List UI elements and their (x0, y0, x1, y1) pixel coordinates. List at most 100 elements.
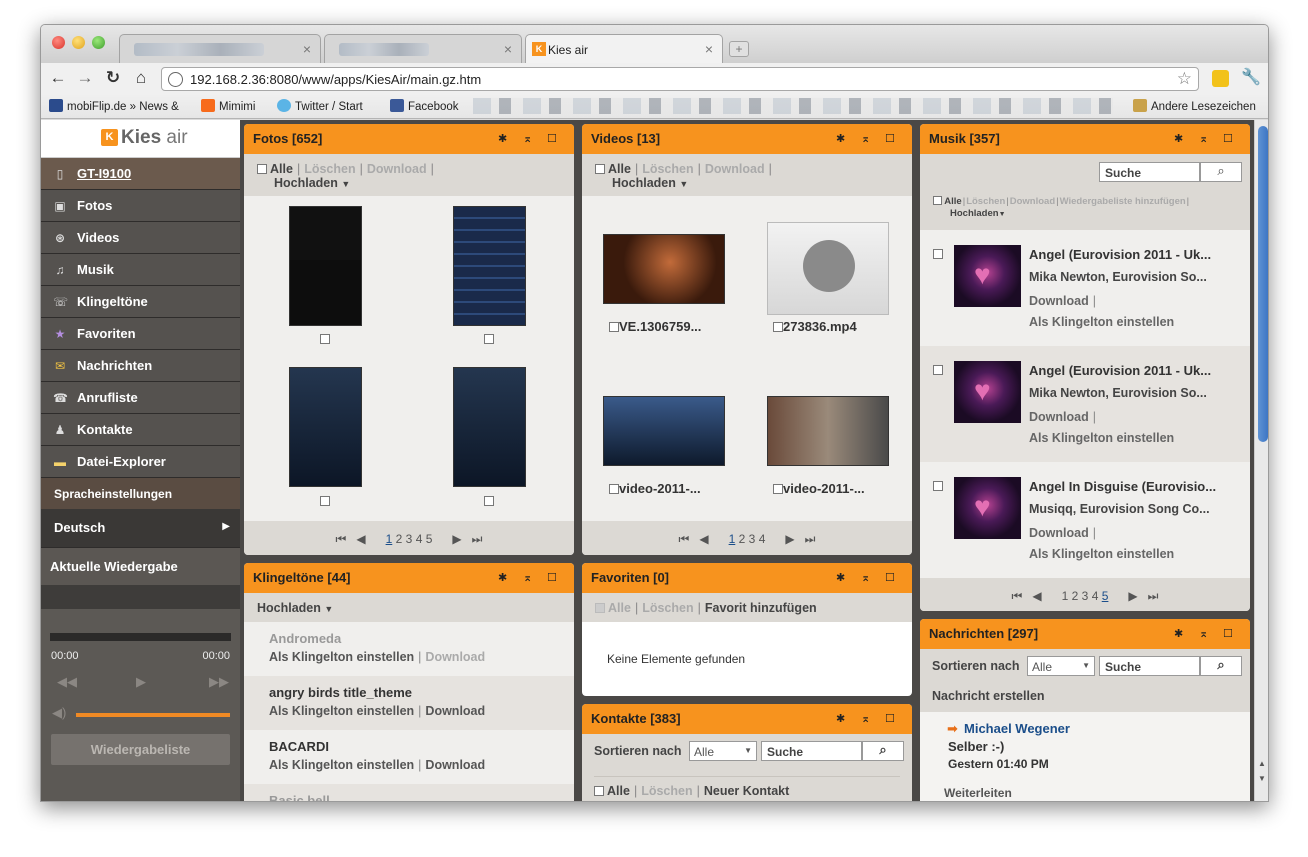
scroll-up-icon[interactable]: ▲ (1258, 759, 1266, 768)
volume-slider[interactable] (76, 713, 230, 717)
settings-icon[interactable]: ✱ (498, 571, 507, 584)
scroll-down-icon[interactable]: ▼ (1258, 774, 1266, 783)
next-page-icon[interactable]: ▶ (785, 532, 794, 546)
set-ringtone-link[interactable]: Als Klingelton einstellen (1029, 431, 1174, 445)
set-ringtone-link[interactable]: Als Klingelton einstellen (1029, 315, 1174, 329)
download-link[interactable]: Download (425, 650, 485, 664)
music-track-row[interactable]: ♥ Angel (Eurovision 2011 - Uk... Mika Ne… (920, 230, 1250, 346)
delete-link[interactable]: Löschen (641, 784, 692, 798)
video-thumbnail[interactable] (767, 396, 889, 466)
select-all-checkbox[interactable] (257, 164, 267, 174)
home-icon[interactable]: ⌂ (130, 67, 152, 89)
download-link[interactable]: Download (1010, 196, 1055, 207)
set-ringtone-link[interactable]: Als Klingelton einstellen (1029, 547, 1174, 561)
previous-icon[interactable]: ◀◀ (57, 674, 77, 690)
collapse-icon[interactable]: ⌅ (861, 132, 870, 145)
close-window-button[interactable] (52, 36, 65, 49)
new-contact-link[interactable]: Neuer Kontakt (704, 784, 789, 798)
maximize-icon[interactable]: ☐ (885, 132, 895, 145)
page-link[interactable]: 1 (729, 532, 736, 546)
select-all-checkbox[interactable] (933, 196, 942, 205)
video-checkbox[interactable] (609, 322, 619, 332)
ringtone-row[interactable]: Andromeda Als Klingelton einstellen | Down… (244, 622, 574, 676)
bookmark-star-icon[interactable]: ☆ (1177, 69, 1192, 89)
close-tab-icon[interactable]: × (504, 41, 512, 57)
video-item-caption[interactable]: VE.1306759... (609, 319, 701, 334)
forward-icon[interactable]: → (74, 67, 96, 89)
sidebar-item-datei-explorer[interactable]: ▬ Datei-Explorer (41, 446, 240, 478)
download-link[interactable]: Download (705, 162, 765, 176)
photo-checkbox[interactable] (320, 334, 330, 344)
sidebar-item-fotos[interactable]: ▣ Fotos (41, 190, 240, 222)
video-item-caption[interactable]: video-2011-... (609, 481, 701, 496)
play-icon[interactable]: ▶ (136, 674, 146, 690)
delete-link[interactable]: Löschen (966, 196, 1005, 207)
ringtone-row[interactable]: angry birds title_theme Als Klingelton e… (244, 676, 574, 730)
next-icon[interactable]: ▶▶ (209, 674, 229, 690)
contacts-search-input[interactable]: Suche (761, 741, 862, 761)
page-link[interactable]: 2 (739, 532, 746, 546)
last-page-icon[interactable]: ⏭ (1148, 589, 1159, 603)
settings-icon[interactable]: ✱ (836, 712, 845, 725)
maximize-icon[interactable]: ☐ (1223, 627, 1233, 640)
browser-tab-kies-air[interactable]: K Kies air × (525, 34, 723, 63)
bookmark-twitter[interactable]: Twitter / Start (277, 99, 363, 113)
messages-search-input[interactable]: Suche (1099, 656, 1200, 676)
add-to-playlist-link[interactable]: Wiedergabeliste hinzufügen (1060, 196, 1186, 207)
page-link[interactable]: 4 (1092, 589, 1099, 603)
maximize-icon[interactable]: ☐ (885, 571, 895, 584)
video-item-caption[interactable]: video-2011-... (773, 481, 865, 496)
search-icon[interactable]: ⌕ (1200, 162, 1242, 182)
track-checkbox[interactable] (933, 249, 943, 259)
first-page-icon[interactable]: ⏮ (679, 532, 690, 546)
bookmark-facebook[interactable]: Facebook (390, 99, 459, 113)
browser-tab[interactable]: × (119, 34, 321, 63)
music-track-row[interactable]: ♥ Angel In Disguise (Eurovisio... Musiqq… (920, 462, 1250, 578)
first-page-icon[interactable]: ⏮ (1012, 589, 1023, 603)
page-link[interactable]: 3 (1082, 589, 1089, 603)
sidebar-item-videos[interactable]: ⊛ Videos (41, 222, 240, 254)
delete-link[interactable]: Löschen (642, 162, 693, 176)
download-link[interactable]: Download (425, 704, 485, 718)
next-page-icon[interactable]: ▶ (452, 532, 461, 546)
sidebar-item-favoriten[interactable]: ★ Favoriten (41, 318, 240, 350)
page-scrollbar[interactable]: ▲ ▼ (1254, 120, 1268, 801)
photo-checkbox[interactable] (320, 496, 330, 506)
settings-icon[interactable]: ✱ (836, 571, 845, 584)
prev-page-icon[interactable]: ◀ (699, 532, 708, 546)
video-checkbox[interactable] (773, 322, 783, 332)
sidebar-item-device[interactable]: ▯ GT-I9100 (41, 158, 240, 190)
download-link[interactable]: Download (1029, 526, 1089, 540)
last-page-icon[interactable]: ⏭ (805, 532, 816, 546)
next-page-icon[interactable]: ▶ (1128, 589, 1137, 603)
sort-select[interactable]: Alle ▼ (689, 741, 757, 761)
page-link[interactable]: 4 (759, 532, 766, 546)
upload-button[interactable]: Hochladen (950, 208, 999, 219)
reload-icon[interactable]: ↻ (102, 67, 124, 89)
music-track-row[interactable]: ♥ Angel (Eurovision 2011 - Uk... Mika Ne… (920, 346, 1250, 462)
sidebar-item-musik[interactable]: ♫ Musik (41, 254, 240, 286)
track-checkbox[interactable] (933, 365, 943, 375)
page-link[interactable]: 1 (1062, 589, 1069, 603)
download-link[interactable]: Download (367, 162, 427, 176)
prev-page-icon[interactable]: ◀ (356, 532, 365, 546)
collapse-icon[interactable]: ⌅ (523, 132, 532, 145)
playlist-button[interactable]: Wiedergabeliste (51, 734, 230, 765)
track-checkbox[interactable] (933, 481, 943, 491)
scrollbar-thumb[interactable] (1258, 126, 1268, 442)
compose-message-link[interactable]: Nachricht erstellen (932, 689, 1045, 703)
sort-select[interactable]: Alle ▼ (1027, 656, 1095, 676)
delete-link[interactable]: Löschen (642, 601, 693, 615)
page-link[interactable]: 1 (386, 532, 393, 546)
settings-icon[interactable]: ✱ (1174, 132, 1183, 145)
add-favorite-link[interactable]: Favorit hinzufügen (705, 601, 817, 615)
download-link[interactable]: Download (425, 758, 485, 772)
photo-thumbnail[interactable] (453, 206, 526, 326)
zoom-window-button[interactable] (92, 36, 105, 49)
sidebar-item-klingeltoene[interactable]: ☏ Klingeltöne (41, 286, 240, 318)
ringtone-row[interactable]: Basic bell (244, 784, 574, 801)
set-ringtone-link[interactable]: Als Klingelton einstellen (269, 704, 414, 718)
bookmark-mimimi[interactable]: Mimimi (201, 99, 255, 113)
download-link[interactable]: Download (1029, 294, 1089, 308)
message-sender[interactable]: Michael Wegener (964, 721, 1070, 736)
